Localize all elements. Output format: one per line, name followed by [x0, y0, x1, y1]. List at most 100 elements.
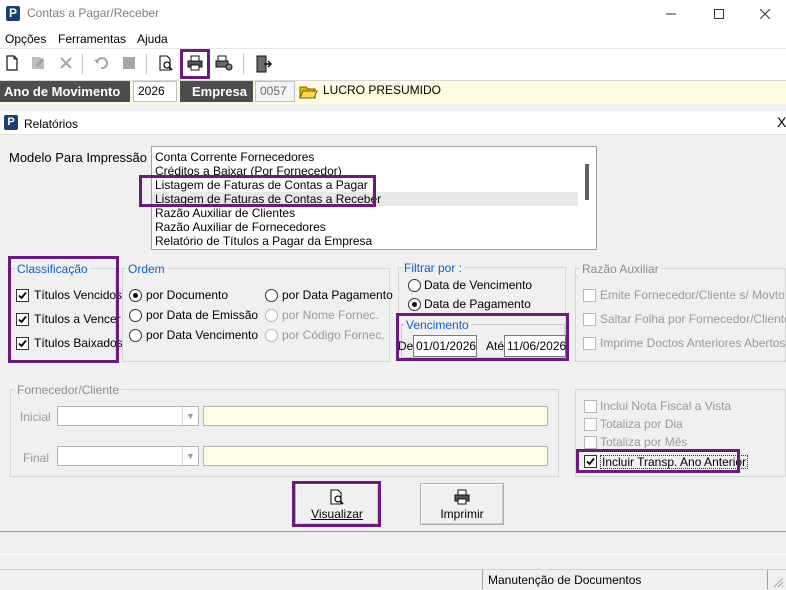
dialog-status-bar [0, 531, 786, 555]
printer-setup-icon [215, 55, 233, 71]
empresa-code-field[interactable]: 0057 [255, 81, 295, 102]
maximize-icon [714, 9, 724, 19]
por-documento-label: por Documento [146, 288, 229, 302]
inclui-nota-fiscal-checkbox[interactable] [584, 400, 597, 413]
totaliza-dia-label: Totaliza por Dia [600, 417, 683, 431]
stop-icon [123, 57, 135, 69]
chevron-down-icon[interactable]: ▼ [182, 447, 198, 465]
final-code-combo[interactable]: ▼ [57, 446, 199, 466]
list-item[interactable]: Razão Auxiliar de Clientes [152, 206, 596, 220]
data-pagamento-radio[interactable] [408, 298, 421, 311]
close-window-button[interactable] [742, 0, 786, 28]
por-data-vencimento-label: por Data Vencimento [146, 328, 259, 342]
dialog-logo-icon: P [4, 115, 18, 130]
imprime-doctos-checkbox[interactable] [583, 337, 596, 350]
open-empresa-button[interactable] [298, 82, 318, 102]
modelo-impressao-label: Modelo Para Impressão [9, 150, 148, 165]
final-name-field[interactable] [203, 446, 548, 466]
por-data-vencimento-radio[interactable] [129, 329, 142, 342]
resize-grip-icon[interactable] [770, 574, 784, 588]
saltar-folha-checkbox[interactable] [583, 313, 596, 326]
data-vencimento-radio[interactable] [408, 279, 421, 292]
incluir-transp-highlight [576, 449, 740, 473]
totaliza-mes-label: Totaliza por Mês [600, 435, 688, 449]
visualizar-highlight [292, 481, 381, 527]
listbox-scrollbar[interactable] [585, 164, 589, 200]
toolbar-separator [243, 54, 244, 74]
inicial-code-combo[interactable]: ▼ [57, 406, 199, 426]
status-bar [0, 569, 786, 590]
printer-icon [454, 489, 470, 505]
empresa-name: LUCRO PRESUMIDO [323, 83, 442, 97]
emite-fornecedor-label: Emite Fornecedor/Cliente s/ Movto [600, 288, 785, 302]
minimize-icon [666, 13, 676, 15]
print-setup-button[interactable] [212, 52, 236, 76]
por-data-emissao-radio[interactable] [129, 309, 142, 322]
app-logo-icon: P [6, 6, 20, 21]
por-nome-fornec-label: por Nome Fornec. [282, 308, 379, 322]
data-pagamento-label: Data de Pagamento [424, 297, 531, 311]
fornecedor-cliente-title: Fornecedor/Cliente [15, 383, 122, 397]
por-nome-fornec-radio[interactable] [265, 309, 278, 322]
por-data-pagamento-label: por Data Pagamento [282, 288, 393, 302]
new-document-icon [6, 55, 18, 71]
folder-open-icon [299, 86, 318, 99]
empresa-label: Empresa [180, 81, 253, 102]
print-preview-icon [159, 55, 173, 71]
delete-button[interactable] [54, 52, 78, 76]
status-panel-empty [0, 570, 1, 589]
list-item[interactable]: Relatório de Títulos a Pagar da Empresa [152, 234, 596, 248]
por-codigo-fornec-label: por Código Fornec. [282, 328, 385, 342]
chevron-down-icon[interactable]: ▼ [182, 407, 198, 425]
classificacao-highlight [8, 256, 119, 363]
menu-ajuda[interactable]: Ajuda [137, 32, 168, 46]
exit-door-icon [256, 55, 272, 73]
data-vencimento-label: Data de Vencimento [424, 278, 533, 292]
edit-icon [32, 57, 44, 69]
menu-ferramentas[interactable]: Ferramentas [58, 32, 126, 46]
status-panel-text: Manutenção de Documentos [488, 573, 642, 587]
imprimir-label: Imprimir [440, 507, 484, 521]
vencimento-highlight [396, 313, 569, 361]
status-panel-divider [482, 570, 483, 589]
dialog-title: Relatórios [24, 117, 79, 131]
imprime-doctos-label: Imprime Doctos Anteriores Abertos [600, 336, 786, 350]
toolbar-separator [82, 54, 83, 74]
delete-icon [60, 57, 72, 69]
dialog-close-button[interactable]: X [777, 114, 786, 130]
emite-fornecedor-checkbox[interactable] [583, 289, 596, 302]
minimize-button[interactable] [648, 0, 694, 28]
totaliza-mes-checkbox[interactable] [584, 436, 597, 449]
list-item[interactable]: Conta Corrente Fornecedores [152, 150, 596, 164]
por-data-emissao-label: por Data de Emissão [146, 308, 259, 322]
por-documento-radio[interactable] [129, 289, 142, 302]
totaliza-dia-checkbox[interactable] [584, 418, 597, 431]
filtrar-title: Filtrar por : [402, 261, 465, 275]
saltar-folha-label: Saltar Folha por Fornecedor/Cliente [600, 312, 786, 326]
inicial-label: Inicial [20, 410, 51, 424]
stop-button[interactable] [117, 52, 141, 76]
inclui-nota-fiscal-label: Inclui Nota Fiscal a Vista [600, 399, 732, 413]
razao-auxiliar-title: Razão Auxiliar [580, 262, 661, 276]
status-panel-divider [767, 570, 768, 589]
imprimir-button[interactable]: Imprimir [420, 483, 504, 525]
undo-button[interactable] [89, 52, 113, 76]
edit-button[interactable] [26, 52, 50, 76]
preview-button[interactable] [154, 52, 178, 76]
ano-movimento-field[interactable]: 2026 [133, 81, 177, 102]
maximize-button[interactable] [696, 0, 742, 28]
menu-opcoes[interactable]: Opções [5, 32, 46, 46]
list-item[interactable]: Razão Auxiliar de Fornecedores [152, 220, 596, 234]
window-title: Contas a Pagar/Receber [27, 6, 160, 20]
ordem-title: Ordem [126, 262, 167, 276]
print-button-highlight [180, 49, 210, 79]
exit-button[interactable] [251, 52, 275, 76]
new-button[interactable] [0, 52, 24, 76]
por-codigo-fornec-radio[interactable] [265, 329, 278, 342]
por-data-pagamento-radio[interactable] [265, 289, 278, 302]
final-label: Final [23, 451, 50, 465]
toolbar-separator [146, 54, 147, 74]
close-icon [759, 8, 771, 20]
inicial-name-field[interactable] [203, 406, 548, 426]
undo-icon [94, 57, 108, 70]
